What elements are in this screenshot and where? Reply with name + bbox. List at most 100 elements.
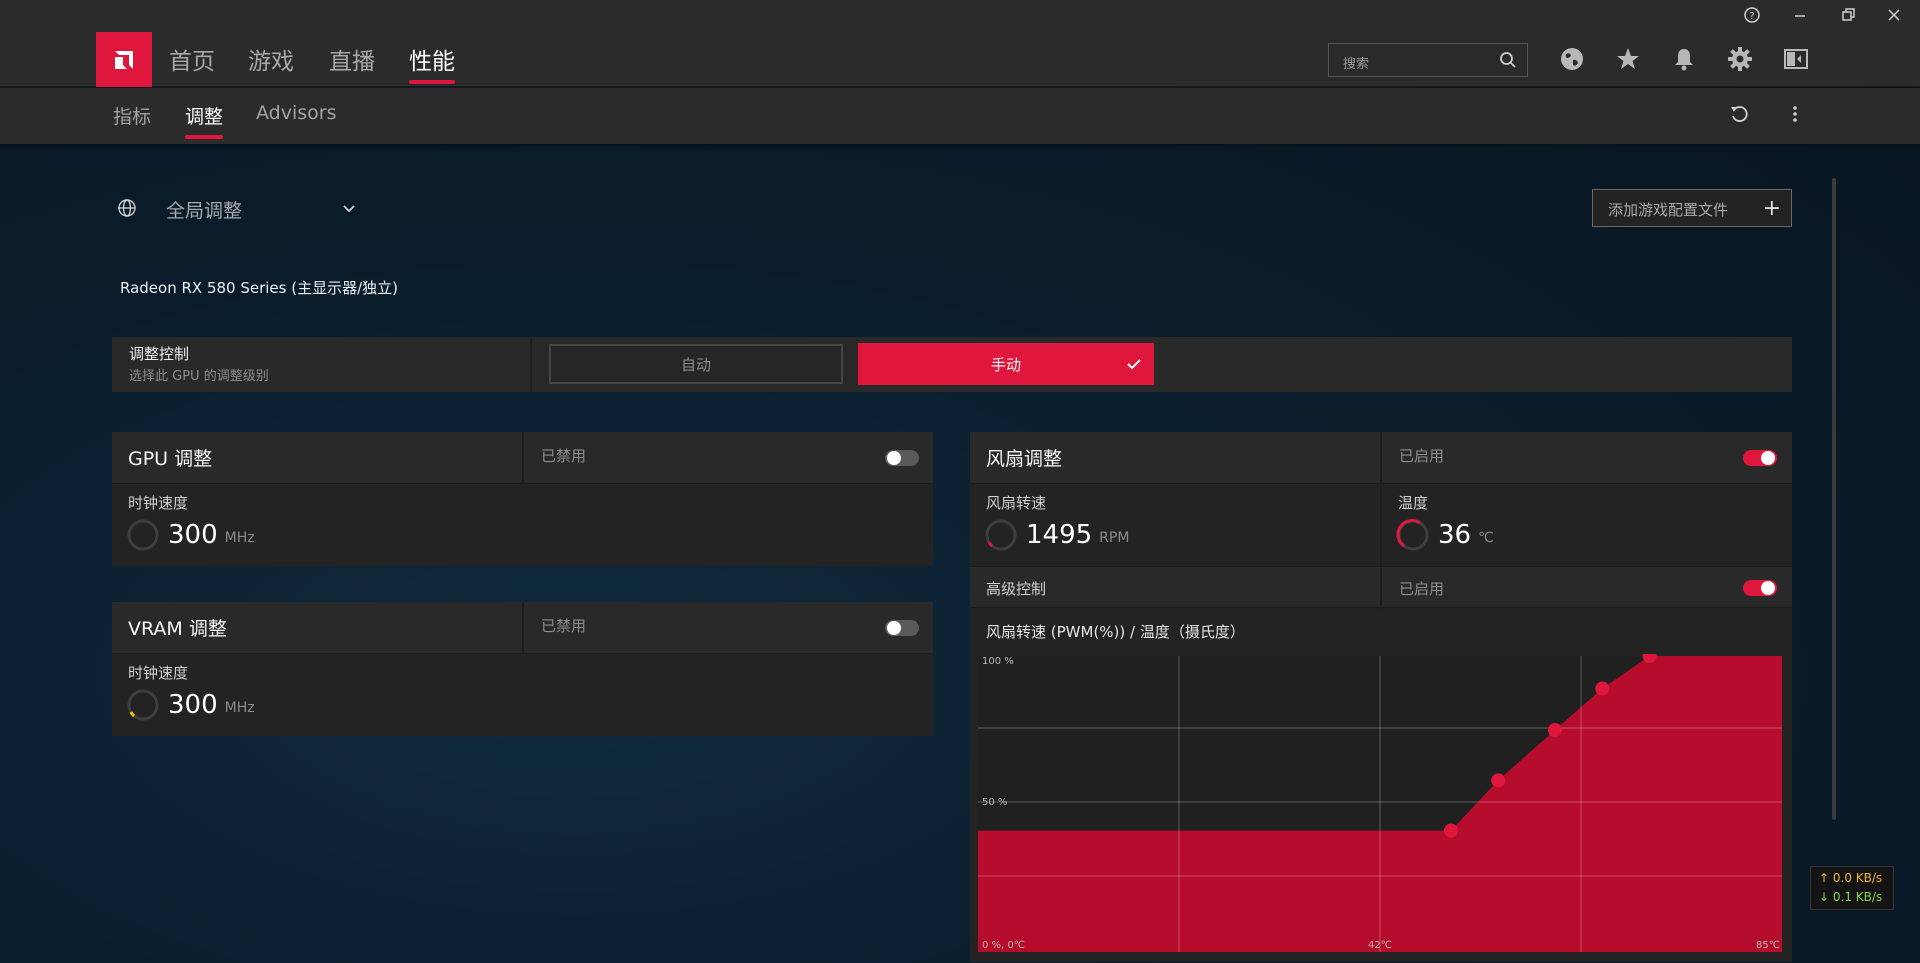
gauge-icon <box>127 689 159 721</box>
check-icon <box>1127 359 1141 370</box>
manual-button[interactable]: 手动 <box>858 343 1154 385</box>
gpu-tuning-title: GPU 调整 <box>128 448 213 470</box>
scope-label: 全局调整 <box>166 200 243 222</box>
tuning-control-subtitle: 选择此 GPU 的调整级别 <box>129 369 269 384</box>
more-options-icon[interactable] <box>1784 103 1806 125</box>
x-tick-label: 42℃ <box>1368 940 1392 951</box>
sub-nav: 指标 调整 Advisors <box>0 88 1920 144</box>
advanced-control-label: 高级控制 <box>986 580 1047 598</box>
fan-speed-metric: 1495 RPM <box>984 518 1129 552</box>
vram-tuning-toggle[interactable] <box>885 620 919 636</box>
gauge-icon <box>1396 518 1429 551</box>
search-icon[interactable] <box>1499 51 1517 69</box>
y-tick-label: 100 % <box>982 656 1014 667</box>
temperature-label: 温度 <box>1398 494 1429 512</box>
chevron-down-icon <box>343 205 355 213</box>
bell-icon[interactable] <box>1671 46 1697 72</box>
divider <box>530 337 532 392</box>
tab-advisors[interactable]: Advisors <box>256 102 336 124</box>
advanced-control-state: 已启用 <box>1399 580 1445 598</box>
gauge-icon <box>985 519 1017 551</box>
toggle-knob <box>1761 581 1775 595</box>
fan-curve-chart[interactable]: 100 % 50 % 0 %, 0℃ 42℃ 85℃ <box>976 649 1784 954</box>
minimize-icon[interactable] <box>1790 6 1810 26</box>
sidebar-icon[interactable] <box>1783 46 1809 72</box>
nav-games[interactable]: 游戏 <box>248 42 294 78</box>
fan-tuning-state: 已启用 <box>1399 447 1445 465</box>
auto-button-label: 自动 <box>680 355 711 374</box>
temperature-value: 36 <box>1438 520 1472 550</box>
network-monitor: ↑ 0.0 KB/s ↓ 0.1 KB/s <box>1810 866 1894 910</box>
globe-icon[interactable] <box>1559 46 1585 72</box>
tuning-control-row: 调整控制 选择此 GPU 的调整级别 自动 手动 <box>112 337 1792 392</box>
curve-point[interactable] <box>1491 773 1506 788</box>
globe-icon <box>118 199 136 217</box>
close-icon[interactable] <box>1884 6 1904 26</box>
add-game-profile-button[interactable]: 添加游戏配置文件 + <box>1592 189 1792 227</box>
gpu-name: Radeon RX 580 Series (主显示器/独立) <box>120 279 399 297</box>
curve-point[interactable] <box>1443 823 1458 838</box>
fan-speed-value: 1495 <box>1026 520 1093 550</box>
nav-home[interactable]: 首页 <box>169 42 215 78</box>
y-tick-label: 0 %, 0℃ <box>982 940 1025 951</box>
gpu-tuning-toggle[interactable] <box>885 450 919 466</box>
gauge-icon <box>127 519 159 551</box>
tuning-control-title: 调整控制 <box>129 345 190 363</box>
temperature-metric: 36 ℃ <box>1396 518 1494 552</box>
vram-clock-label: 时钟速度 <box>128 664 189 682</box>
curve-point[interactable] <box>1595 681 1610 696</box>
gpu-clock-value: 300 <box>168 520 218 550</box>
vram-tuning-card: VRAM 调整 已禁用 时钟速度 300 MHz <box>112 602 933 736</box>
tab-tuning[interactable]: 调整 <box>185 102 224 139</box>
gpu-clock-unit: MHz <box>224 530 255 546</box>
nav-performance[interactable]: 性能 <box>409 42 455 84</box>
reset-icon[interactable] <box>1728 103 1750 125</box>
advanced-control-toggle[interactable] <box>1743 580 1777 596</box>
fan-tuning-toggle[interactable] <box>1743 450 1777 466</box>
vram-tuning-title: VRAM 调整 <box>128 618 227 640</box>
gpu-tuning-card: GPU 调整 已禁用 时钟速度 300 MHz <box>112 432 933 566</box>
star-icon[interactable] <box>1615 46 1641 72</box>
fan-tuning-title: 风扇调整 <box>986 448 1063 470</box>
gpu-clock-metric: 300 MHz <box>126 518 255 552</box>
scrollbar[interactable] <box>1832 178 1836 820</box>
curve-point[interactable] <box>1547 723 1562 737</box>
divider <box>522 432 524 484</box>
help-icon[interactable]: ? <box>1742 6 1762 26</box>
vram-clock-value: 300 <box>168 690 218 720</box>
amd-logo[interactable] <box>96 32 152 87</box>
toggle-knob <box>887 621 901 635</box>
vram-tuning-state: 已禁用 <box>541 617 587 635</box>
manual-button-label: 手动 <box>990 355 1021 374</box>
advanced-control-row: 高级控制 已启用 <box>970 566 1792 609</box>
divider <box>1380 432 1382 484</box>
search-placeholder: 搜索 <box>1343 57 1370 72</box>
download-speed: ↓ 0.1 KB/s <box>1819 890 1883 904</box>
x-tick-label: 85℃ <box>1756 940 1780 951</box>
vram-tuning-header: VRAM 调整 已禁用 <box>112 602 933 654</box>
svg-text:?: ? <box>1749 11 1754 22</box>
gpu-clock-label: 时钟速度 <box>128 494 189 512</box>
nav-streaming[interactable]: 直播 <box>329 42 375 78</box>
fan-curve-svg[interactable] <box>976 649 1784 954</box>
fan-speed-label: 风扇转速 <box>986 494 1047 512</box>
gear-icon[interactable] <box>1727 46 1753 72</box>
search-input[interactable]: 搜索 <box>1328 43 1528 77</box>
restore-icon[interactable] <box>1838 6 1858 26</box>
divider <box>522 602 524 654</box>
divider <box>1380 567 1382 609</box>
y-tick-label: 50 % <box>982 797 1008 808</box>
gpu-tuning-state: 已禁用 <box>541 447 587 465</box>
toggle-knob <box>887 451 901 465</box>
main-nav: 首页 游戏 直播 性能 搜索 <box>0 32 1920 87</box>
gpu-tuning-header: GPU 调整 已禁用 <box>112 432 933 484</box>
vram-clock-metric: 300 MHz <box>126 688 255 722</box>
tab-metrics[interactable]: 指标 <box>113 102 151 129</box>
plus-icon: + <box>1762 196 1781 221</box>
fan-tuning-header: 风扇调整 已启用 <box>970 432 1792 484</box>
fan-speed-unit: RPM <box>1099 530 1130 546</box>
auto-button[interactable]: 自动 <box>549 344 843 384</box>
chart-title: 风扇转速 (PWM(%)) / 温度（摄氏度） <box>986 623 1245 641</box>
temperature-unit: ℃ <box>1478 530 1494 546</box>
vram-clock-unit: MHz <box>224 700 255 716</box>
